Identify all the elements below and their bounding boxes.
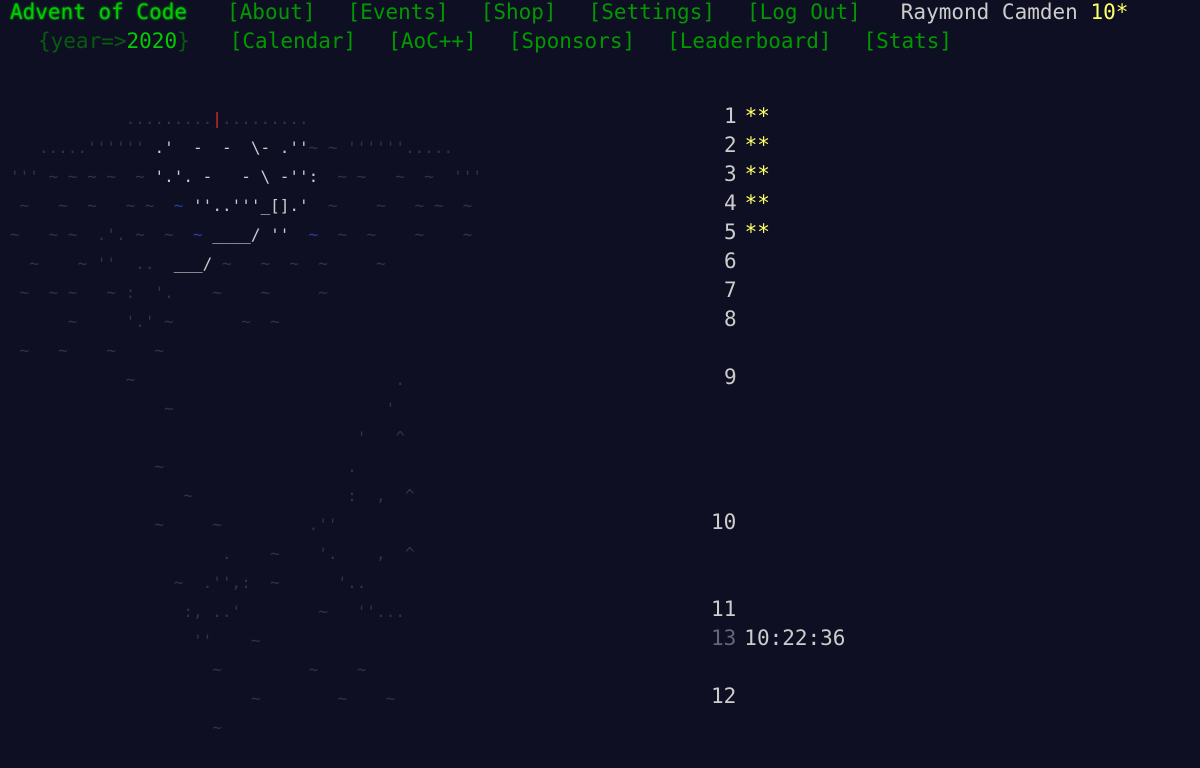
- year-suffix: }: [177, 29, 190, 53]
- calendar-day-12[interactable]: 12: [711, 684, 736, 708]
- day-number: 8: [724, 307, 737, 331]
- unlock-countdown: 10:22:36: [744, 626, 846, 650]
- calendar-day-3[interactable]: 3 **: [724, 162, 770, 186]
- sub-nav: {year=>2020} [Calendar] [AoC++] [Sponsors] […: [10, 27, 952, 56]
- user-star-count: 10*: [1090, 0, 1129, 24]
- nav-about-link[interactable]: [About]: [227, 0, 316, 24]
- site-title-link[interactable]: Advent of Code: [10, 0, 187, 24]
- calendar-day-7[interactable]: 7: [724, 278, 737, 302]
- day-number: 13: [711, 626, 737, 650]
- day-stars: **: [744, 162, 770, 186]
- day-number: 2: [724, 133, 737, 157]
- day-number: 3: [724, 162, 737, 186]
- calendar-day-6[interactable]: 6: [724, 249, 737, 273]
- top-nav: Advent of Code [About] [Events] [Shop] [Sett…: [10, 0, 1128, 27]
- nav-sponsors-link[interactable]: [Sponsors]: [509, 29, 635, 53]
- calendar-day-9[interactable]: 9: [724, 365, 737, 389]
- day-stars: **: [744, 191, 770, 215]
- nav-stats-link[interactable]: [Stats]: [864, 29, 953, 53]
- calendar-day-4[interactable]: 4 **: [724, 191, 770, 215]
- day-number: 11: [711, 597, 737, 621]
- nav-leaderboard-link[interactable]: [Leaderboard]: [667, 29, 831, 53]
- calendar-day-10[interactable]: 10: [711, 510, 736, 534]
- calendar-day-2[interactable]: 2 **: [724, 133, 770, 157]
- calendar-day-1[interactable]: 1 **: [724, 104, 770, 128]
- day-number: 9: [724, 365, 737, 389]
- calendar-day-8[interactable]: 8: [724, 307, 737, 331]
- day-number: 5: [724, 220, 737, 244]
- day-number: 4: [724, 191, 737, 215]
- calendar-day-5[interactable]: 5 **: [724, 220, 770, 244]
- year-link[interactable]: 2020: [127, 29, 178, 53]
- day-number: 12: [711, 684, 737, 708]
- nav-calendar-link[interactable]: [Calendar]: [230, 29, 356, 53]
- nav-settings-link[interactable]: [Settings]: [589, 0, 715, 24]
- year-prefix: {year=>: [38, 29, 127, 53]
- nav-shop-link[interactable]: [Shop]: [481, 0, 557, 24]
- calendar-day-11[interactable]: 11: [711, 597, 736, 621]
- day-stars: **: [744, 220, 770, 244]
- nav-aocpp-link[interactable]: [AoC++]: [388, 29, 477, 53]
- nav-events-link[interactable]: [Events]: [348, 0, 449, 24]
- user-name: Raymond Camden: [900, 0, 1078, 24]
- calendar-day-13: 13 10:22:36: [711, 626, 845, 650]
- nav-logout-link[interactable]: [Log Out]: [747, 0, 861, 24]
- calendar-ascii-art: .........|......... .....'''''' .' - - \…: [10, 109, 483, 737]
- day-number: 7: [724, 278, 737, 302]
- day-stars: **: [744, 104, 770, 128]
- day-stars: **: [744, 133, 770, 157]
- day-number: 1: [724, 104, 737, 128]
- day-number: 10: [711, 510, 737, 534]
- day-number: 6: [724, 249, 737, 273]
